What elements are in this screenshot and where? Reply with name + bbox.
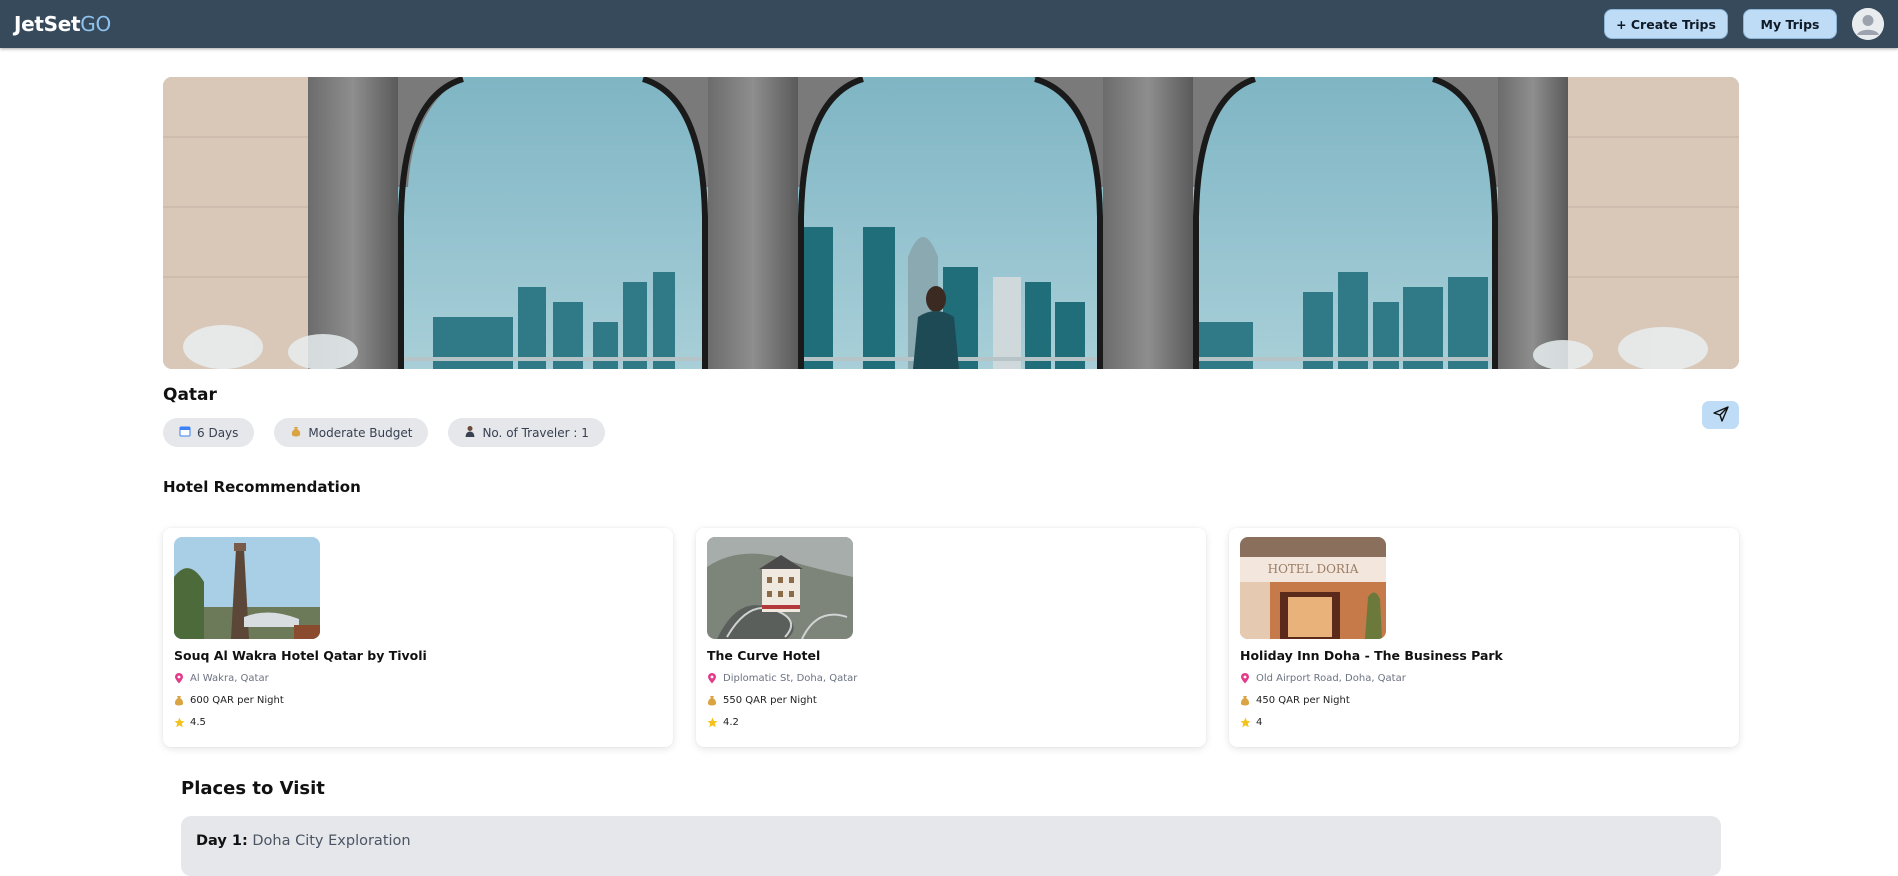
hotel-image: HOTEL DORIA: [1240, 537, 1386, 639]
hotel-price: 450 QAR per Night: [1240, 695, 1350, 706]
day-title: Doha City Exploration: [252, 833, 411, 849]
days-chip: 6 Days: [163, 418, 255, 447]
money-bag-icon: [290, 425, 302, 440]
hotel-card[interactable]: HOTEL DORIA Holiday Inn Doha - The Busin…: [1229, 528, 1739, 747]
app-logo[interactable]: JetSetGO: [14, 12, 111, 36]
top-navbar: JetSetGO + Create Trips My Trips: [0, 0, 1898, 48]
send-icon: [1712, 405, 1729, 425]
hotel-address-text: Al Wakra, Qatar: [190, 673, 269, 684]
hotel-rating-text: 4.5: [190, 717, 206, 728]
money-bag-icon: [1240, 695, 1250, 706]
hotel-card[interactable]: Souq Al Wakra Hotel Qatar by Tivoli Al W…: [163, 528, 673, 747]
my-trips-button[interactable]: My Trips: [1743, 9, 1837, 39]
hotel-price-text: 450 QAR per Night: [1256, 695, 1350, 706]
hotel-price-text: 550 QAR per Night: [723, 695, 817, 706]
location-pin-icon: [1240, 673, 1250, 684]
hotel-image: [707, 537, 853, 639]
travelers-label: No. of Traveler : 1: [482, 425, 589, 440]
star-icon: [174, 717, 185, 728]
share-trip-button[interactable]: [1702, 401, 1739, 429]
hotel-rating: 4: [1240, 717, 1262, 728]
hotel-recommendation-title: Hotel Recommendation: [163, 478, 361, 496]
hotel-name: The Curve Hotel: [707, 648, 821, 663]
day-label: Day 1:: [196, 833, 248, 849]
logo-text-go: GO: [80, 12, 111, 36]
budget-label: Moderate Budget: [308, 425, 413, 440]
hotel-rating: 4.2: [707, 717, 739, 728]
hotel-address-text: Diplomatic St, Doha, Qatar: [723, 673, 858, 684]
hotel-price-text: 600 QAR per Night: [190, 695, 284, 706]
day-itinerary-panel[interactable]: Day 1: Doha City Exploration: [181, 816, 1721, 876]
hotel-price: 600 QAR per Night: [174, 695, 284, 706]
star-icon: [707, 717, 718, 728]
hotel-rating-text: 4.2: [723, 717, 739, 728]
trip-destination-title: Qatar: [163, 385, 217, 405]
person-icon: [464, 425, 476, 440]
trip-info-chips: 6 Days Moderate Budget No. of Traveler :…: [163, 418, 605, 447]
logo-text-jetset: JetSet: [14, 12, 81, 36]
hotel-price: 550 QAR per Night: [707, 695, 817, 706]
hotel-address: Diplomatic St, Doha, Qatar: [707, 673, 857, 684]
hotel-sign-text: HOTEL DORIA: [1268, 562, 1359, 576]
calendar-icon: [179, 425, 191, 440]
travelers-chip: No. of Traveler : 1: [448, 418, 605, 447]
hotel-address: Al Wakra, Qatar: [174, 673, 269, 684]
hotel-address-text: Old Airport Road, Doha, Qatar: [1256, 673, 1406, 684]
user-avatar-icon[interactable]: [1852, 8, 1884, 40]
header-actions: + Create Trips My Trips: [1604, 8, 1884, 40]
hotel-rating-text: 4: [1256, 717, 1263, 728]
money-bag-icon: [174, 695, 184, 706]
hotel-address: Old Airport Road, Doha, Qatar: [1240, 673, 1406, 684]
hotel-name: Holiday Inn Doha - The Business Park: [1240, 648, 1503, 663]
location-pin-icon: [707, 673, 717, 684]
hotel-name: Souq Al Wakra Hotel Qatar by Tivoli: [174, 648, 427, 663]
places-to-visit-title: Places to Visit: [181, 778, 325, 799]
days-label: 6 Days: [197, 425, 239, 440]
hotel-rating: 4.5: [174, 717, 206, 728]
hotel-card[interactable]: The Curve Hotel Diplomatic St, Doha, Qat…: [696, 528, 1206, 747]
hotel-image: [174, 537, 320, 639]
budget-chip: Moderate Budget: [274, 418, 429, 447]
location-pin-icon: [174, 673, 184, 684]
star-icon: [1240, 717, 1251, 728]
destination-hero-image: [163, 77, 1739, 369]
money-bag-icon: [707, 695, 717, 706]
create-trips-button[interactable]: + Create Trips: [1604, 9, 1728, 39]
